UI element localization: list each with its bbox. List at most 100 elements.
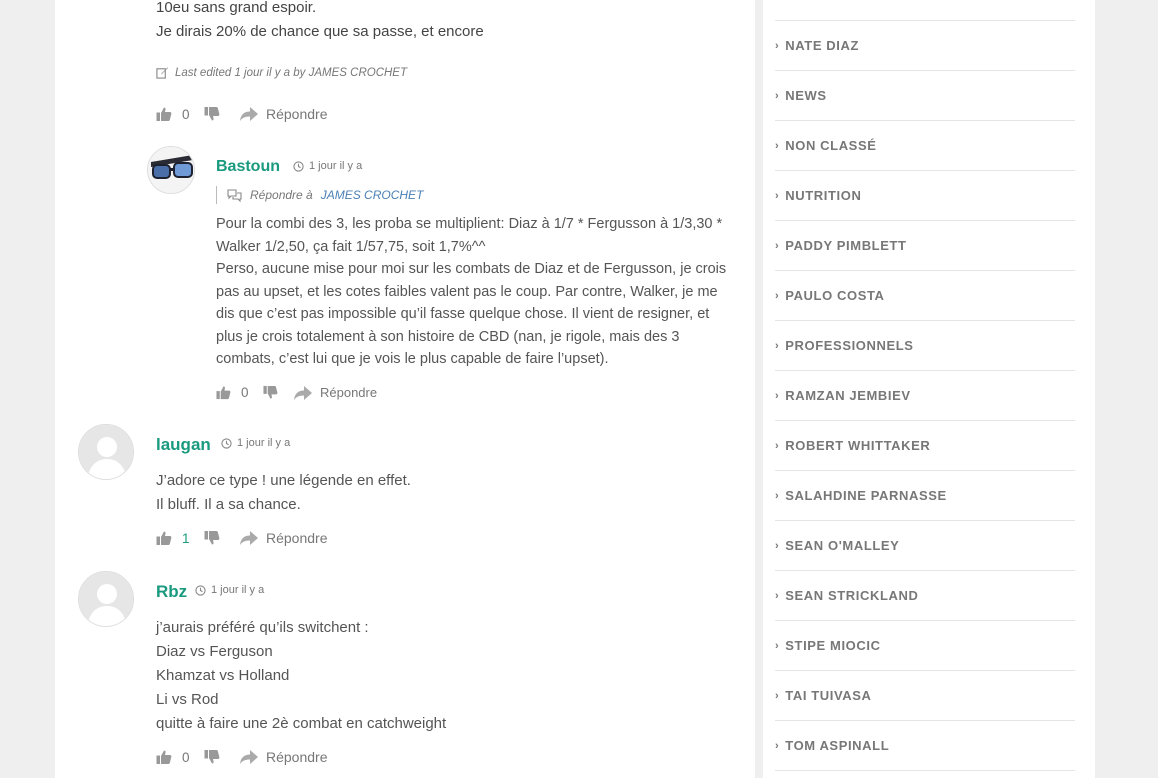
category-label[interactable]: PROFESSIONNELS (785, 338, 913, 353)
thumbs-down-icon[interactable] (263, 385, 278, 400)
category-item[interactable]: › NATE DIAZ (775, 21, 1075, 71)
category-label[interactable]: SEAN O'MALLEY (785, 538, 899, 553)
thumbs-down-icon[interactable] (204, 749, 220, 765)
chevron-right-icon: › (775, 439, 780, 452)
category-item[interactable]: › RAMZAN JEMBIEV (775, 371, 1075, 421)
comment-author[interactable]: Bastoun (216, 158, 280, 176)
reply-to-prefix: Répondre à (250, 188, 313, 202)
reply-icon[interactable] (240, 750, 258, 764)
comment-time-text: 1 jour il y a (309, 160, 363, 172)
avatar[interactable] (147, 146, 195, 194)
sidebar: › › NATE DIAZ › NEWS › NON CLASSÉ › NUTRITION › P… (763, 0, 1095, 778)
category-item[interactable]: › PROFESSIONNELS (775, 321, 1075, 371)
comment-author[interactable]: laugan (156, 435, 211, 455)
speech-bubbles-icon (227, 188, 242, 202)
comment-time: 1 jour il y a (293, 160, 362, 172)
reply-button[interactable]: Répondre (266, 530, 328, 546)
default-avatar-image (79, 572, 134, 627)
comment-author[interactable]: Rbz (156, 582, 187, 602)
vote-count: 1 (182, 530, 190, 546)
glasses-avatar-image (148, 147, 194, 193)
reply-icon[interactable] (240, 107, 258, 121)
comment-text-line: Khamzat vs Holland (156, 667, 290, 684)
category-label[interactable]: NUTRITION (785, 188, 861, 203)
category-item[interactable]: › SALAHDINE PARNASSE (775, 471, 1075, 521)
category-item[interactable]: › STIPE MIOCIC (775, 621, 1075, 671)
thumbs-down-icon[interactable] (204, 530, 220, 546)
comment-paragraph: Pour la combi des 3, les proba se multip… (216, 216, 723, 255)
comment-text-line: quitte à faire une 2è combat en catchwei… (156, 715, 447, 732)
category-label[interactable]: TOM ASPINALL (785, 738, 889, 753)
chevron-right-icon: › (775, 339, 780, 352)
reply-to-link[interactable]: JAMES CROCHET (321, 188, 424, 202)
category-label[interactable]: NATE DIAZ (785, 38, 859, 53)
chevron-right-icon: › (775, 689, 780, 702)
category-label[interactable]: SEAN STRICKLAND (785, 588, 918, 603)
category-label[interactable]: SALAHDINE PARNASSE (785, 488, 947, 503)
thumbs-up-icon[interactable] (156, 749, 172, 765)
avatar[interactable] (78, 571, 134, 627)
reply-button[interactable]: Répondre (266, 106, 328, 122)
category-label[interactable]: PAULO COSTA (785, 288, 884, 303)
comment-text-line: Je dirais 20% de chance que sa passe, et… (156, 23, 484, 40)
category-label[interactable]: STIPE MIOCIC (785, 638, 880, 653)
category-item[interactable]: › PADDY PIMBLETT (775, 221, 1075, 271)
category-item[interactable]: › NON CLASSÉ (775, 121, 1075, 171)
chevron-right-icon: › (775, 289, 780, 302)
reply-icon[interactable] (240, 531, 258, 545)
category-label[interactable]: PADDY PIMBLETT (785, 238, 906, 253)
comment-text-line: J’adore ce type ! une légende en effet. (156, 472, 411, 489)
chevron-right-icon: › (775, 139, 780, 152)
comment-time-text: 1 jour il y a (237, 437, 291, 449)
thumbs-up-icon[interactable] (156, 106, 172, 122)
vote-count: 0 (182, 106, 190, 122)
comment-actions: 0 Répondre (216, 385, 377, 400)
chevron-right-icon: › (775, 389, 780, 402)
reply-button[interactable]: Répondre (320, 385, 377, 400)
comments-section: 10eu sans grand espoir. Je dirais 20% de… (55, 0, 755, 778)
comment-text-line: Li vs Rod (156, 691, 219, 708)
comment-actions: 1 Répondre (156, 530, 328, 546)
category-label[interactable]: RAMZAN JEMBIEV (785, 388, 910, 403)
category-item[interactable]: › TAI TUIVASA (775, 671, 1075, 721)
thumbs-up-icon[interactable] (156, 530, 172, 546)
comment-actions: 0 Répondre (156, 749, 328, 765)
chevron-right-icon: › (775, 639, 780, 652)
clock-icon (195, 585, 206, 596)
thumbs-up-icon[interactable] (216, 385, 231, 400)
edit-icon (156, 67, 169, 79)
reply-icon[interactable] (294, 386, 312, 400)
category-item-partial[interactable]: › (775, 0, 1075, 21)
category-item[interactable]: › NUTRITION (775, 171, 1075, 221)
category-item[interactable]: › SEAN O'MALLEY (775, 521, 1075, 571)
category-item[interactable]: › TOM ASPINALL (775, 721, 1075, 771)
category-item[interactable]: › NEWS (775, 71, 1075, 121)
thumbs-down-icon[interactable] (204, 106, 220, 122)
comment-paragraph: Perso, aucune mise pour moi sur les comb… (216, 261, 727, 367)
edited-note: Last edited 1 jour il y a by JAMES CROCH… (156, 66, 407, 79)
reply-to-info: Répondre à JAMES CROCHET (216, 186, 423, 204)
comment-text-line: Il bluff. Il a sa chance. (156, 496, 301, 513)
comment-text-line: 10eu sans grand espoir. (156, 0, 317, 16)
comment-time: 1 jour il y a (221, 437, 290, 449)
category-label[interactable]: ROBERT WHITTAKER (785, 438, 930, 453)
category-item[interactable]: › PAULO COSTA (775, 271, 1075, 321)
comment-time-text: 1 jour il y a (211, 584, 265, 596)
comment-text: J’adore ce type ! une légende en effet. … (156, 469, 411, 517)
comment-actions: 0 Répondre (156, 106, 328, 122)
category-label[interactable]: NON CLASSÉ (785, 138, 876, 153)
chevron-right-icon: › (775, 239, 780, 252)
chevron-right-icon: › (775, 189, 780, 202)
avatar[interactable] (78, 424, 134, 480)
clock-icon (221, 438, 232, 449)
reply-button[interactable]: Répondre (266, 749, 328, 765)
chevron-right-icon: › (775, 39, 780, 52)
category-label[interactable]: TAI TUIVASA (785, 688, 871, 703)
chevron-right-icon: › (775, 489, 780, 502)
clock-icon (293, 161, 304, 172)
category-item[interactable]: › SEAN STRICKLAND (775, 571, 1075, 621)
category-item[interactable]: › ROBERT WHITTAKER (775, 421, 1075, 471)
category-label[interactable]: NEWS (785, 88, 826, 103)
comment-text: Pour la combi des 3, les proba se multip… (216, 213, 738, 371)
chevron-right-icon: › (775, 539, 780, 552)
